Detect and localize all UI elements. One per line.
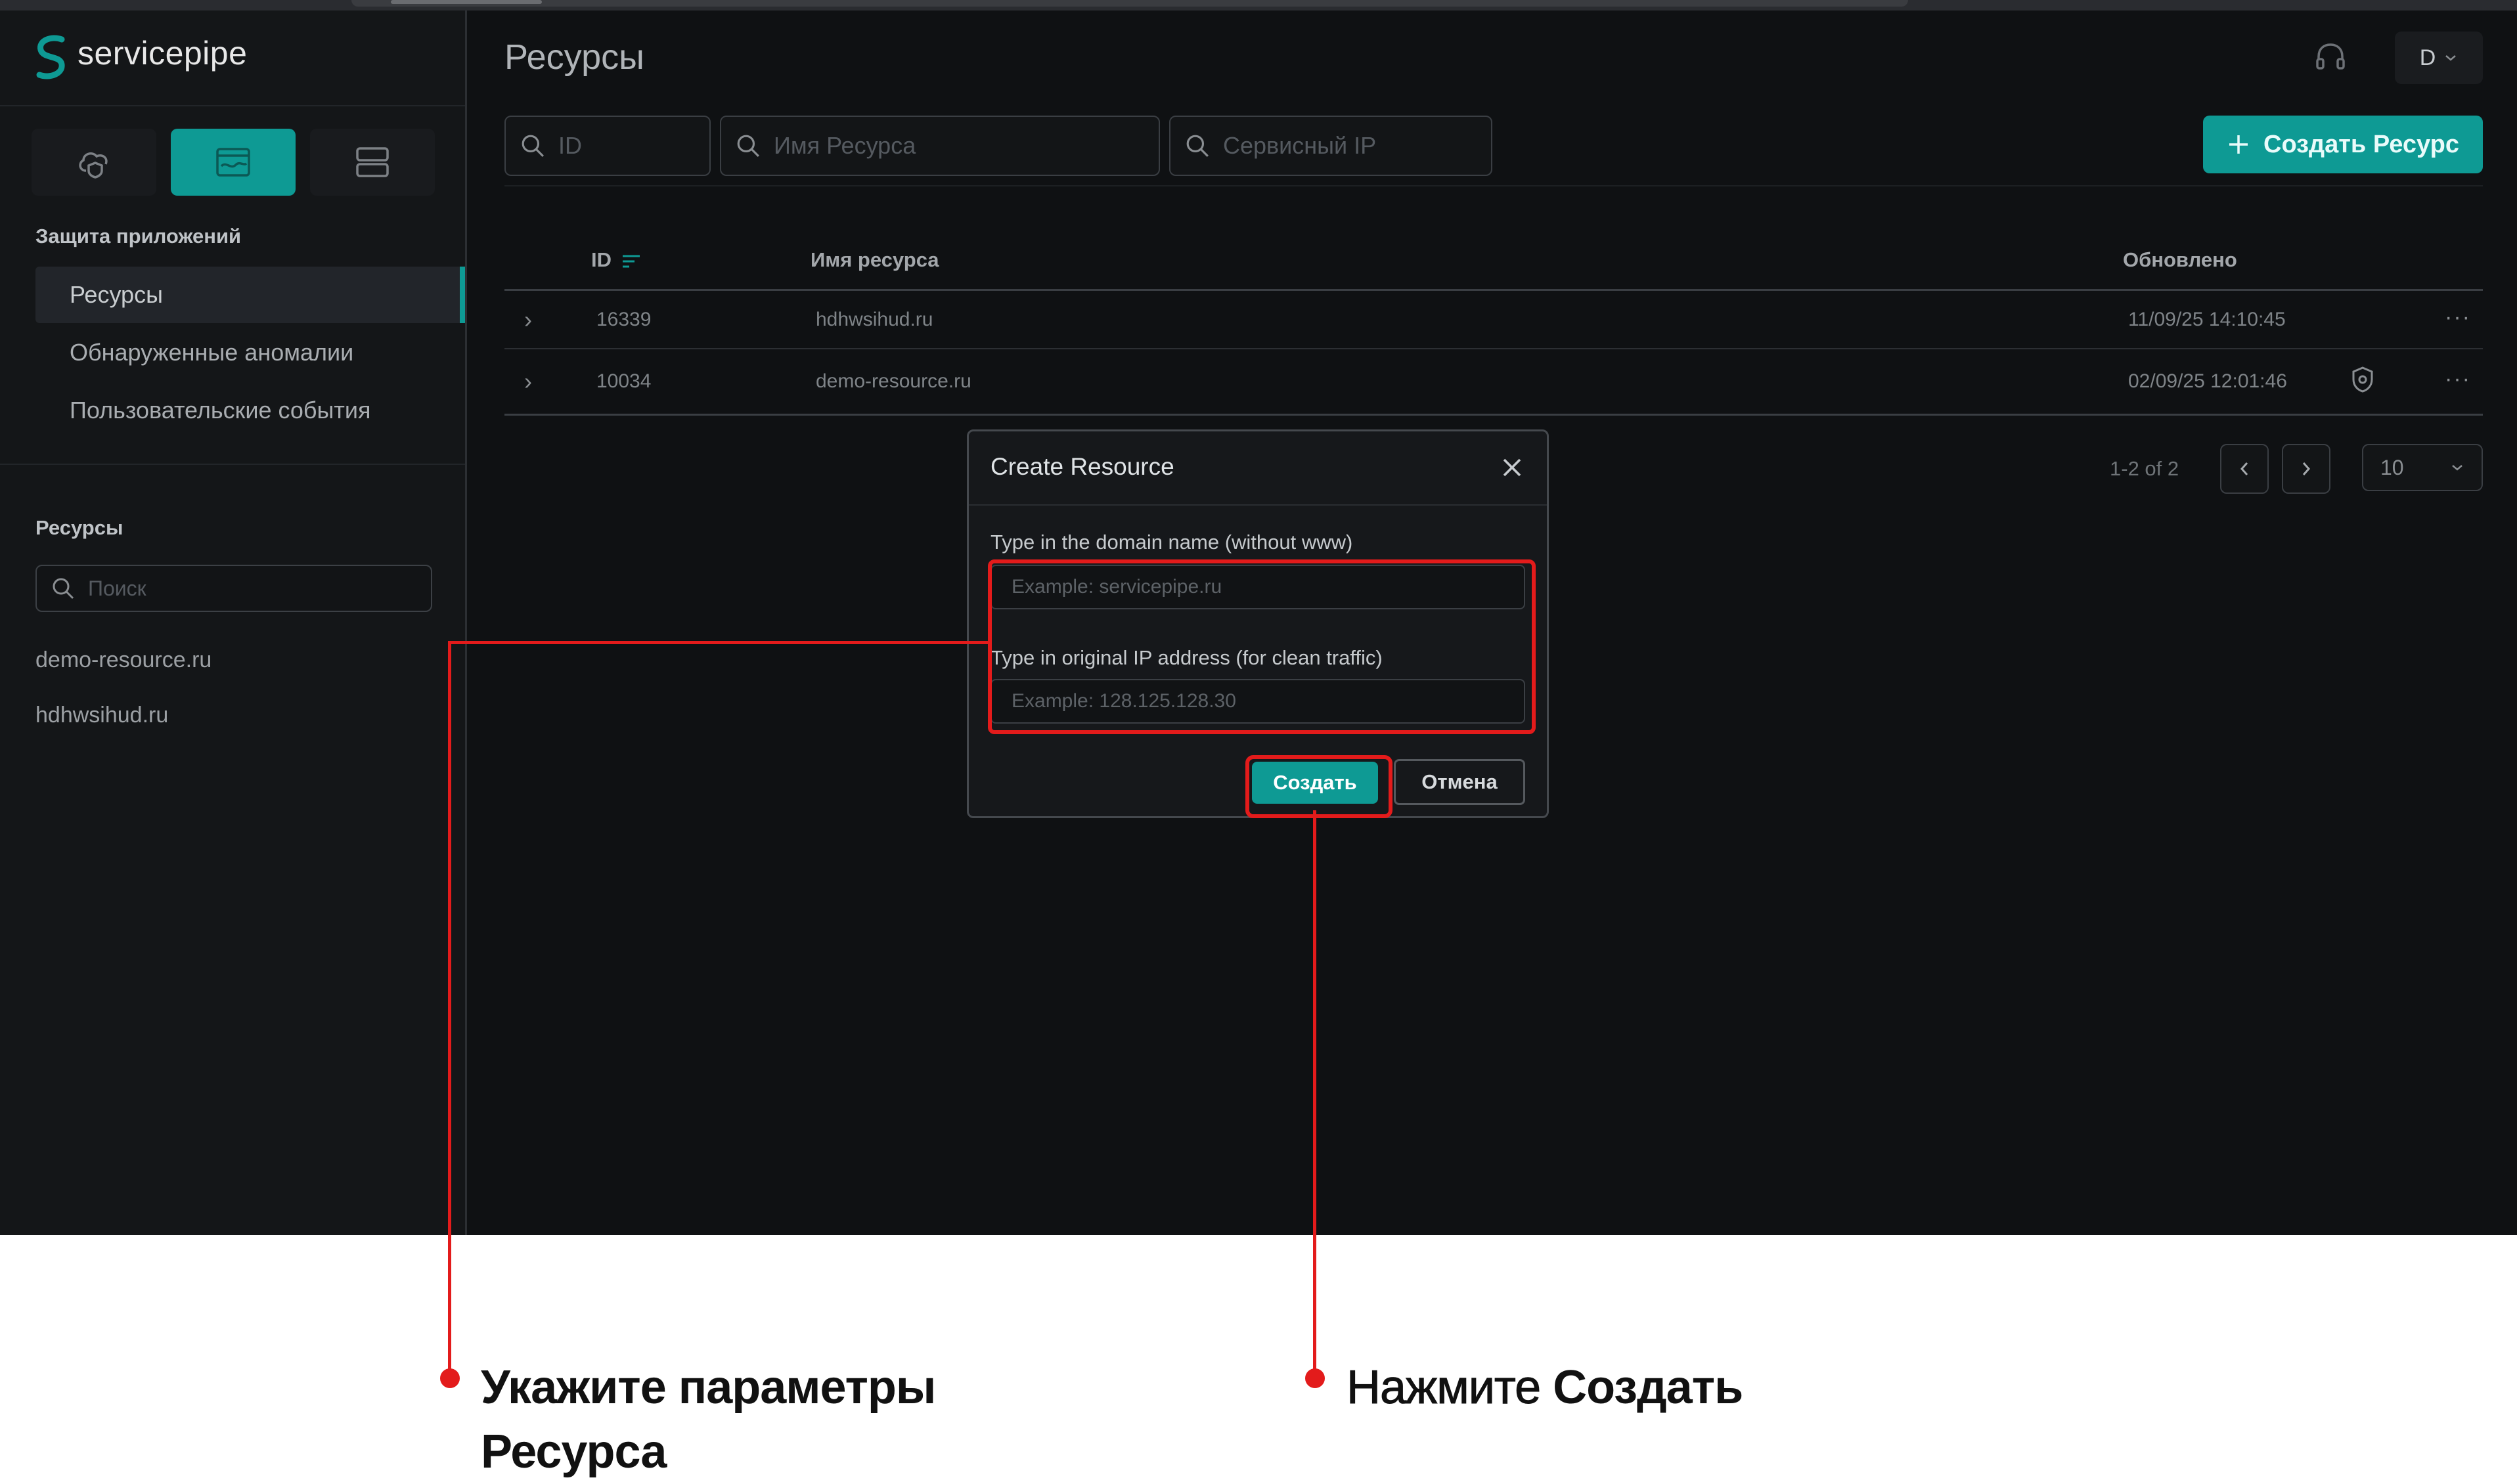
page-size-value: 10 <box>2380 455 2404 479</box>
sort-icon <box>622 255 640 268</box>
pagination-summary: 1-2 of 2 <box>2110 457 2179 480</box>
app-window-icon <box>216 148 250 177</box>
sidebar-section-title: Защита приложений <box>35 225 242 248</box>
callout-connector-vertical <box>448 1235 451 1376</box>
table-bottom-divider <box>504 414 2483 416</box>
sidebar-resource-link[interactable]: hdhwsihud.ru <box>35 703 168 728</box>
shield-icon[interactable] <box>2350 365 2375 394</box>
sidebar-divider <box>0 464 465 465</box>
page-title: Ресурсы <box>504 37 644 77</box>
callout-connector-vertical <box>1313 1235 1316 1376</box>
table-cell-name[interactable]: demo-resource.ru <box>816 370 971 393</box>
column-header-updated[interactable]: Обновлено <box>2123 248 2237 272</box>
table-cell-id: 10034 <box>596 370 652 392</box>
search-icon <box>737 135 759 157</box>
sidebar-resource-link[interactable]: demo-resource.ru <box>35 647 212 673</box>
search-icon <box>1186 135 1209 157</box>
id-filter-input[interactable] <box>557 131 709 160</box>
table-cell-updated: 02/09/25 12:01:46 <box>2128 370 2287 392</box>
resources-section-title: Ресурсы <box>35 516 123 539</box>
plus-icon <box>2229 135 2248 154</box>
table-row-divider <box>504 348 2483 349</box>
sidebar-divider <box>0 105 465 106</box>
segment-servers[interactable] <box>310 129 435 196</box>
ip-filter[interactable] <box>1169 116 1492 176</box>
callout-params-line2: Ресурса <box>481 1426 667 1478</box>
next-page-button[interactable] <box>2282 444 2330 494</box>
close-icon[interactable] <box>1498 453 1526 482</box>
brand-name: servicepipe <box>78 35 248 72</box>
nav-active-indicator <box>460 267 465 323</box>
callout-click-create: Нажмите Создать <box>1346 1355 1743 1420</box>
callout-dot <box>440 1368 460 1388</box>
sidebar-search-field[interactable] <box>35 565 432 612</box>
chevron-down-icon <box>2445 55 2457 61</box>
sidebar-search-input[interactable] <box>87 575 431 601</box>
table-header-divider <box>504 289 2483 291</box>
prev-page-button[interactable] <box>2220 444 2269 494</box>
ip-filter-input[interactable] <box>1222 131 1491 160</box>
chevron-right-icon <box>2302 462 2311 475</box>
search-icon <box>53 578 74 600</box>
column-header-id[interactable]: ID <box>591 248 641 272</box>
callout-connector-horizontal <box>448 641 988 644</box>
column-header-name[interactable]: Имя ресурса <box>811 248 939 272</box>
column-header-id-label: ID <box>591 248 612 271</box>
nav-item-resources[interactable]: Ресурсы <box>70 281 163 309</box>
modal-cancel-button[interactable]: Отмена <box>1394 759 1525 805</box>
inputs-highlight-frame <box>988 559 1536 734</box>
callout-params-line1: Укажите параметры <box>481 1361 936 1414</box>
toolbar-divider <box>504 185 2483 186</box>
create-resource-label: Создать Ресурс <box>2263 130 2459 158</box>
chevron-left-icon <box>2240 462 2248 475</box>
callout-connector-vertical <box>448 641 451 1235</box>
domain-label: Type in the domain name (without www) <box>991 531 1353 554</box>
callout-connector-vertical <box>1313 810 1316 1235</box>
nav-item-anomalies[interactable]: Обнаруженные аномалии <box>70 339 353 366</box>
create-resource-button[interactable]: Создать Ресурс <box>2203 116 2483 173</box>
headset-support-icon[interactable] <box>2312 39 2349 76</box>
segment-applications[interactable] <box>171 129 296 196</box>
callout-dot <box>1305 1368 1325 1388</box>
server-icon <box>356 147 389 177</box>
cloud-shield-icon <box>79 152 108 179</box>
chevron-right-icon[interactable]: › <box>524 368 532 395</box>
servicepipe-logo-icon[interactable] <box>32 33 71 81</box>
row-more-icon[interactable]: ··· <box>2445 305 2471 330</box>
segment-cloud-protection[interactable] <box>32 129 156 196</box>
table-cell-id: 16339 <box>596 309 652 330</box>
create-highlight-frame <box>1245 755 1392 818</box>
callout-click-bold: Создать <box>1553 1361 1743 1414</box>
callout-params: Укажите параметры Ресурса <box>481 1355 936 1484</box>
browser-tab-bar <box>351 0 1908 7</box>
search-icon <box>522 135 544 157</box>
user-initial: D <box>2419 45 2436 70</box>
browser-tab[interactable] <box>391 0 542 4</box>
table-cell-updated: 11/09/25 14:10:45 <box>2128 309 2286 330</box>
page-size-select[interactable]: 10 <box>2362 444 2483 491</box>
callout-click-prefix: Нажмите <box>1346 1361 1553 1414</box>
user-menu-button[interactable]: D <box>2395 32 2483 84</box>
modal-title: Create Resource <box>991 453 1174 480</box>
modal-divider <box>969 504 1547 506</box>
nav-item-user-events[interactable]: Пользовательские события <box>70 397 371 424</box>
name-filter[interactable] <box>720 116 1160 176</box>
chevron-right-icon[interactable]: › <box>524 306 532 334</box>
id-filter[interactable] <box>504 116 711 176</box>
name-filter-input[interactable] <box>772 131 1159 160</box>
table-cell-name[interactable]: hdhwsihud.ru <box>816 309 933 331</box>
chevron-down-icon <box>2452 465 2462 471</box>
app-window: servicepipe Защита приложений Ресурсы Об… <box>0 0 2517 1235</box>
row-more-icon[interactable]: ··· <box>2445 366 2471 392</box>
